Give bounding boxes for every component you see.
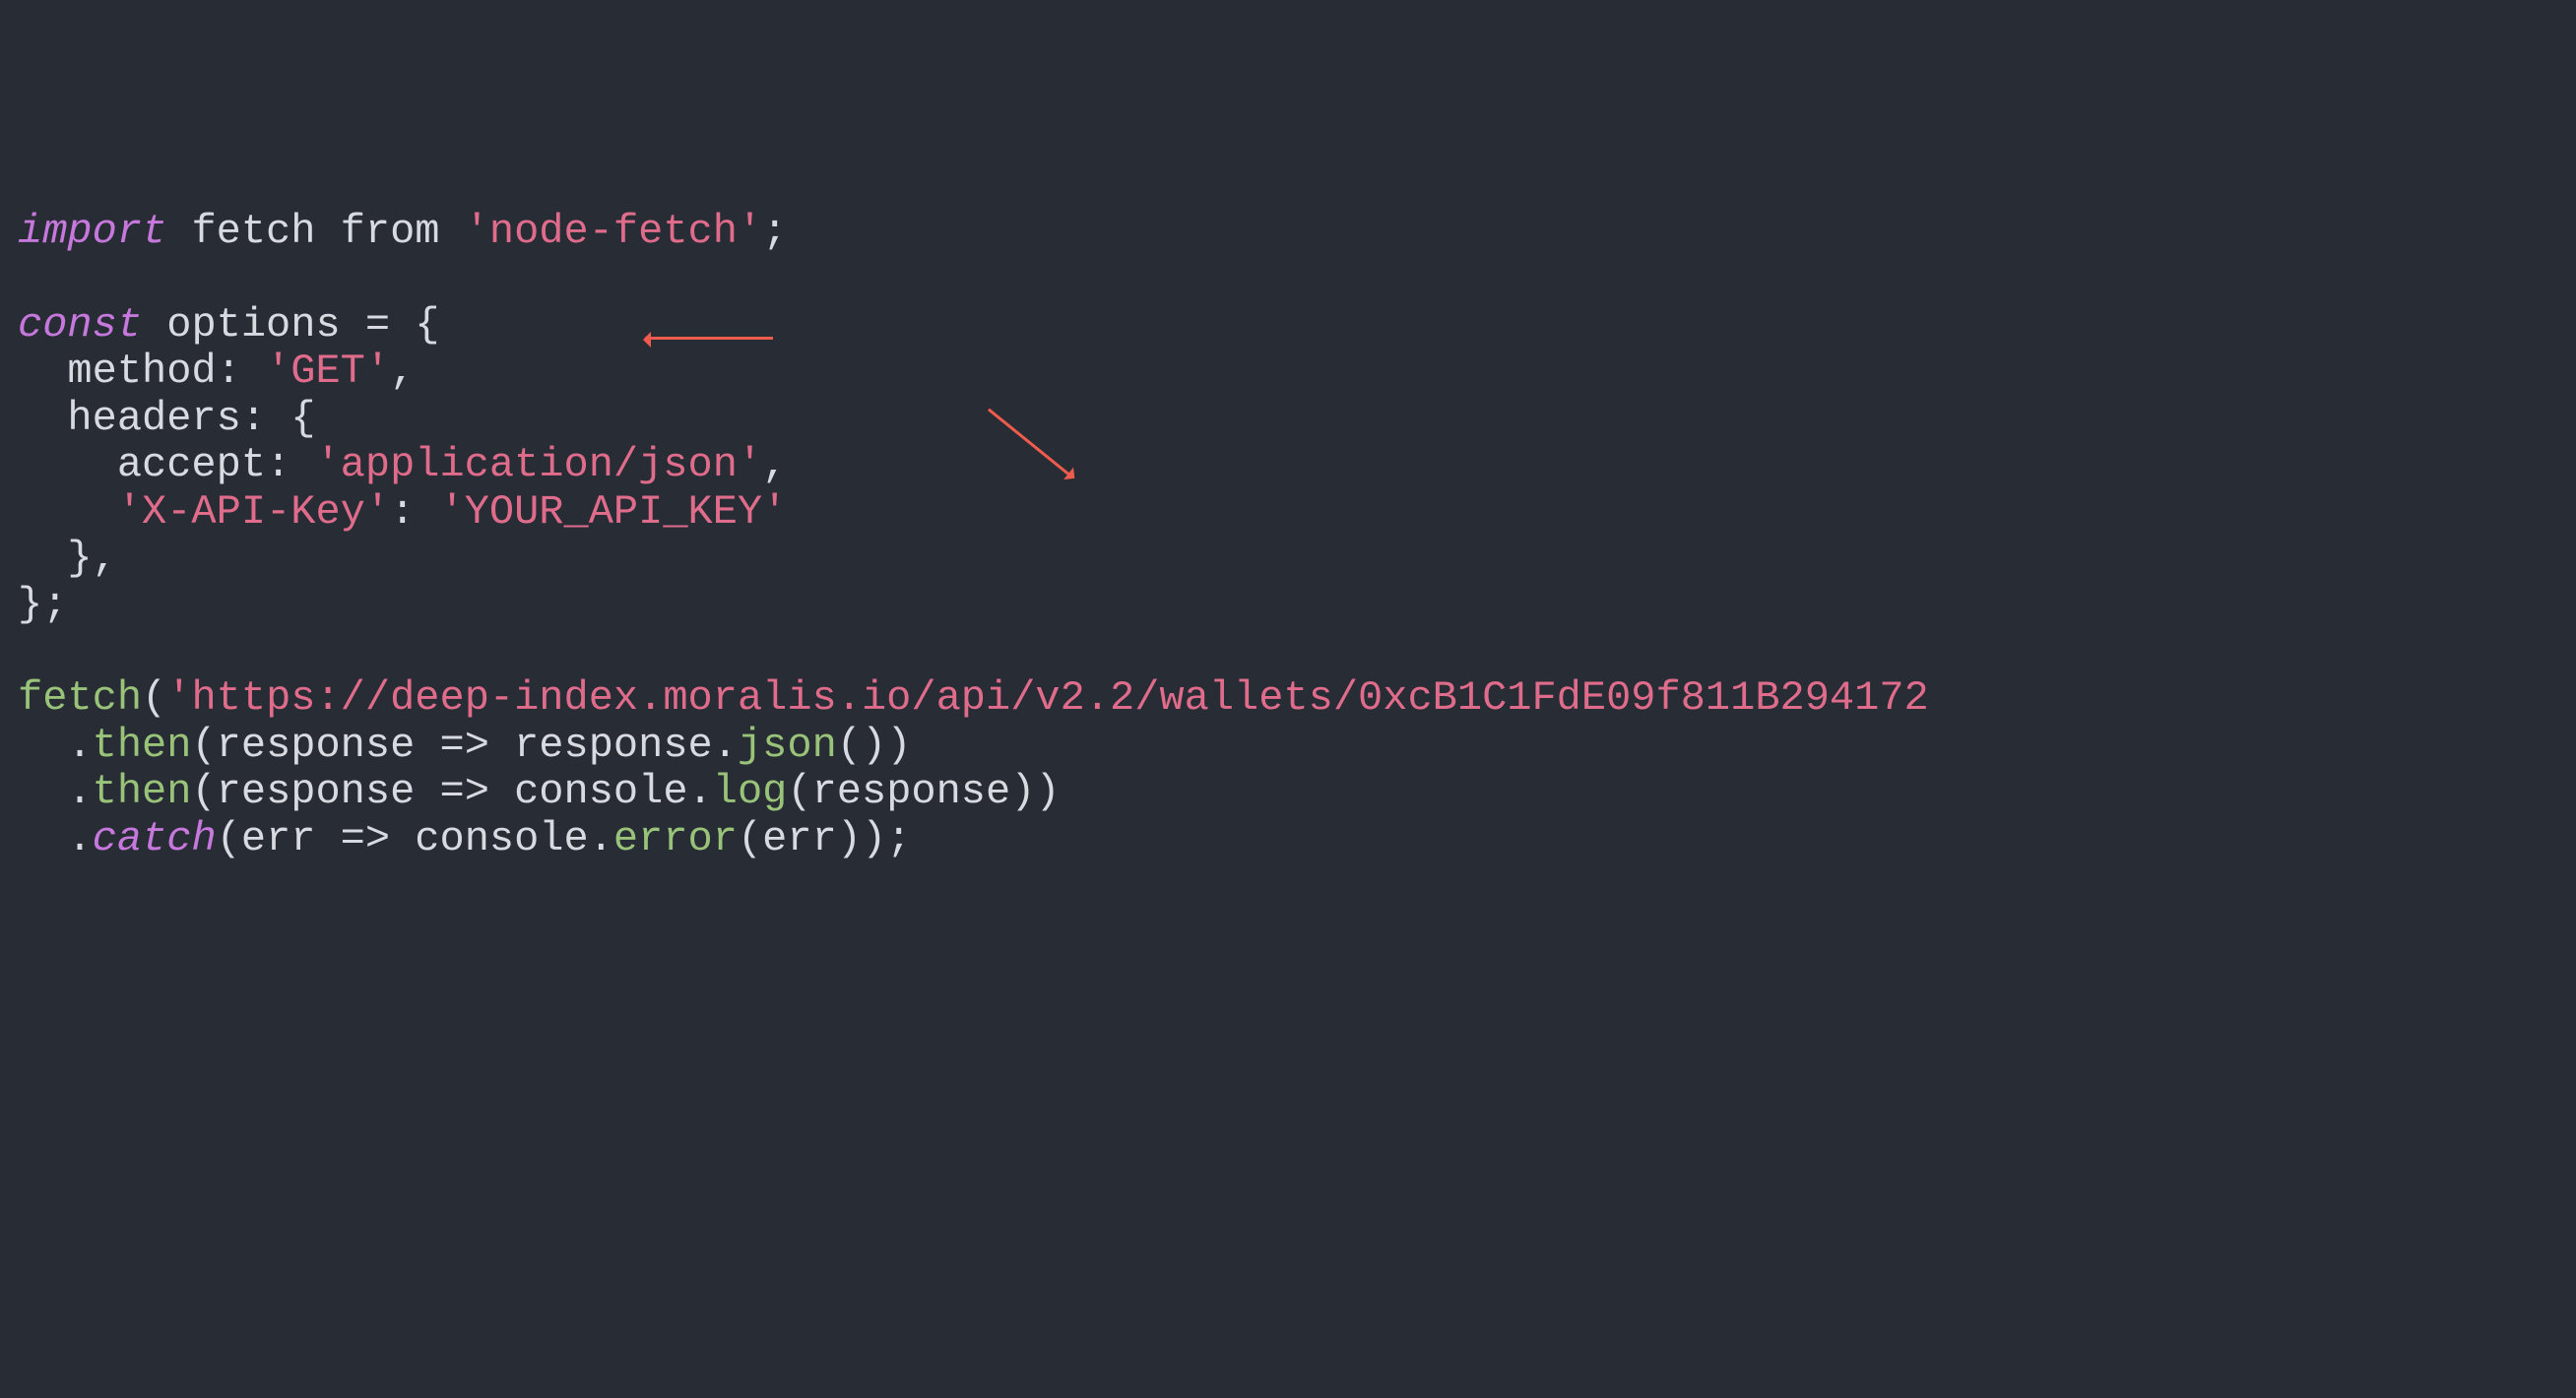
token-text: . <box>18 768 93 815</box>
token-text: (err => console. <box>217 815 613 862</box>
token-function: fetch <box>18 674 142 722</box>
token-text: (response)) <box>787 768 1060 815</box>
token-text: , <box>390 348 415 395</box>
token-string: 'https://deep-index.moralis.io/api/v2.2/… <box>166 674 1929 722</box>
token-text: ( <box>142 674 166 722</box>
token-string: 'node-fetch' <box>465 208 762 255</box>
token-text: : <box>390 488 439 536</box>
token-text: (response => response. <box>191 722 738 769</box>
token-text: ; <box>762 208 787 255</box>
token-text: . <box>18 722 93 769</box>
token-function: then <box>93 768 192 815</box>
token-text: options = { <box>142 301 439 349</box>
token-string: 'YOUR_API_KEY' <box>439 488 787 536</box>
token-text: , <box>762 441 787 488</box>
token-text: }; <box>18 581 67 628</box>
token-keyword: catch <box>93 815 217 862</box>
token-function: error <box>613 815 738 862</box>
token-function: json <box>738 722 837 769</box>
token-text: }, <box>18 535 117 582</box>
token-text: (err)); <box>738 815 911 862</box>
token-text: fetch from <box>166 208 464 255</box>
token-text: (response => console. <box>191 768 712 815</box>
token-string: 'GET' <box>266 348 390 395</box>
token-text: headers: { <box>18 395 315 442</box>
token-text: . <box>18 815 93 862</box>
token-string: 'application/json' <box>315 441 762 488</box>
token-string: 'X-API-Key' <box>18 488 390 536</box>
annotation-arrow-api-key <box>645 337 773 340</box>
token-text: accept: <box>18 441 315 488</box>
code-snippet: import fetch from 'node-fetch'; const op… <box>18 209 2558 862</box>
token-text: method: <box>18 348 266 395</box>
token-text: ()) <box>837 722 912 769</box>
token-keyword: const <box>18 301 142 349</box>
token-function: log <box>713 768 788 815</box>
token-keyword: import <box>18 208 166 255</box>
token-function: then <box>93 722 192 769</box>
